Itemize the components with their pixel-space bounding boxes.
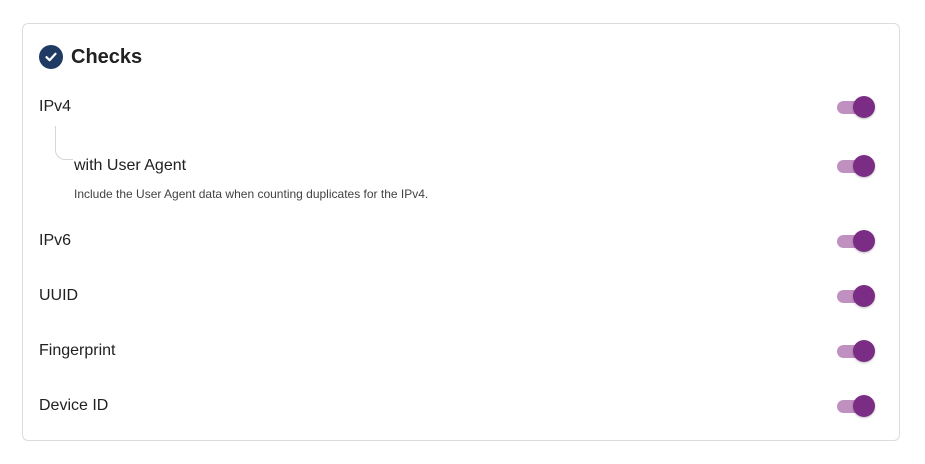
toggle-ipv4[interactable] [837,96,875,118]
toggle-knob [853,155,875,177]
toggle-knob [853,96,875,118]
check-label-fingerprint: Fingerprint [39,342,116,359]
toggle-fingerprint[interactable] [837,340,875,362]
toggle-device-id[interactable] [837,395,875,417]
toggle-knob [853,230,875,252]
check-label-ipv4: IPv4 [39,98,72,115]
check-label-device-id: Device ID [39,397,109,414]
check-label-with-user-agent: with User Agent [74,157,187,174]
toggle-with-user-agent[interactable] [837,155,875,177]
check-label-ipv6: IPv6 [39,232,72,249]
checks-header: Checks [39,44,142,70]
check-row-device-id: Device ID [39,393,875,419]
toggle-knob [853,285,875,307]
check-row-fingerprint: Fingerprint [39,338,875,364]
with-user-agent-description: Include the User Agent data when countin… [74,187,429,201]
checks-card: Checks IPv4 with User Agent Include the … [22,23,900,441]
check-circle-icon [39,45,63,69]
check-row-with-user-agent: with User Agent [74,153,875,179]
check-row-ipv6: IPv6 [39,228,875,254]
toggle-knob [853,340,875,362]
section-title: Checks [71,45,143,68]
toggle-knob [853,395,875,417]
toggle-uuid[interactable] [837,285,875,307]
toggle-ipv6[interactable] [837,230,875,252]
check-row-ipv4: IPv4 [39,94,875,120]
nesting-connector [55,126,73,160]
check-row-uuid: UUID [39,283,875,309]
check-label-uuid: UUID [39,287,79,304]
